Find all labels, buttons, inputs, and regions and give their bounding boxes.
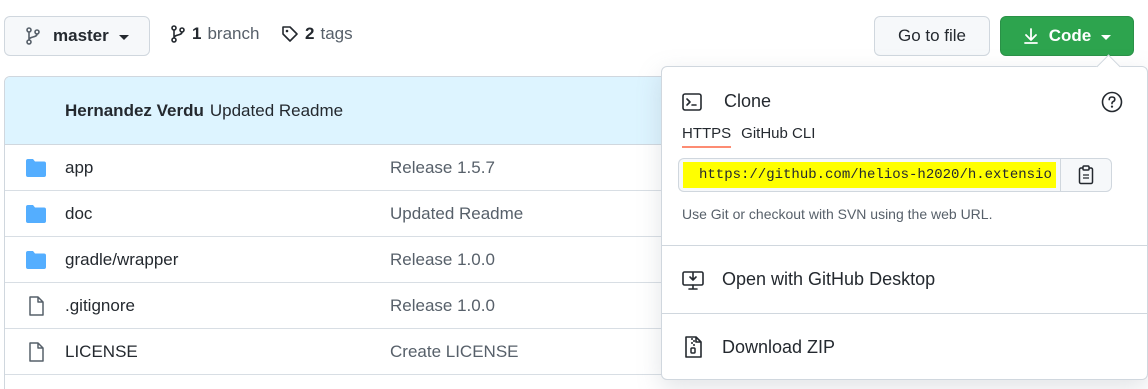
branch-count: 1 — [192, 24, 202, 43]
download-icon — [1023, 28, 1038, 44]
file-zip-icon — [685, 336, 702, 358]
file-name[interactable]: app — [65, 158, 93, 178]
branch-name: master — [53, 26, 109, 45]
folder-icon — [26, 159, 46, 177]
file-name[interactable]: doc — [65, 204, 92, 224]
tag-word: tags — [320, 24, 353, 43]
copy-button[interactable] — [1060, 158, 1112, 192]
divider — [662, 313, 1147, 314]
branch-select-button[interactable]: master — [4, 16, 150, 56]
terminal-icon — [682, 92, 702, 111]
git-branch-icon — [26, 27, 40, 45]
open-desktop-button[interactable]: Open with GitHub Desktop — [682, 269, 935, 290]
desktop-download-icon — [682, 270, 704, 290]
code-button[interactable]: Code — [1000, 16, 1134, 56]
git-branch-icon — [171, 25, 185, 43]
code-button-label: Code — [1048, 26, 1092, 45]
chevron-down-icon — [1101, 34, 1112, 40]
commit-message[interactable]: Updated Readme — [210, 101, 343, 121]
file-icon — [29, 342, 44, 362]
commit-message[interactable]: Release 1.5.7 — [390, 158, 495, 178]
chevron-down-icon — [118, 34, 129, 40]
folder-icon — [26, 205, 46, 223]
commit-message[interactable]: Release 1.0.0 — [390, 250, 495, 270]
file-name[interactable]: LICENSE — [65, 342, 138, 362]
file-icon — [29, 296, 44, 316]
commit-message[interactable]: Updated Readme — [390, 204, 523, 224]
clone-tabs: HTTPS GitHub CLI — [682, 125, 825, 148]
clone-url-group: https://github.com/helios-h2020/h.extens… — [678, 158, 1112, 192]
folder-icon — [26, 251, 46, 269]
clone-title: Clone — [724, 91, 772, 111]
clone-header: Clone — [682, 91, 771, 112]
tags-link[interactable]: 2 tags — [281, 24, 353, 44]
download-zip-button[interactable]: Download ZIP — [682, 336, 835, 358]
tab-github-cli[interactable]: GitHub CLI — [741, 125, 815, 148]
go-to-file-button[interactable]: Go to file — [874, 16, 990, 56]
branch-word: branch — [207, 24, 260, 43]
open-desktop-label: Open with GitHub Desktop — [722, 269, 936, 289]
clone-hint: Use Git or checkout with SVN using the w… — [682, 206, 993, 222]
clipboard-icon — [1078, 165, 1094, 185]
commit-message[interactable]: Release 1.0.0 — [390, 296, 495, 316]
commit-author[interactable]: Hernandez Verdu — [65, 101, 204, 121]
tag-count: 2 — [305, 24, 315, 43]
clone-url-text: https://github.com/helios-h2020/h.extens… — [683, 162, 1056, 188]
commit-message[interactable]: Create LICENSE — [390, 342, 519, 362]
clone-url-input[interactable]: https://github.com/helios-h2020/h.extens… — [678, 158, 1060, 192]
file-name[interactable]: .gitignore — [65, 296, 135, 316]
divider — [662, 245, 1147, 246]
question-icon[interactable] — [1101, 91, 1123, 113]
tab-https[interactable]: HTTPS — [682, 125, 732, 148]
tag-icon — [282, 26, 298, 42]
download-zip-label: Download ZIP — [722, 336, 836, 357]
branches-link[interactable]: 1 branch — [170, 24, 259, 44]
file-name[interactable]: gradle/wrapper — [65, 250, 178, 270]
clone-popover: Clone HTTPS GitHub CLI https://github.co… — [661, 66, 1148, 380]
